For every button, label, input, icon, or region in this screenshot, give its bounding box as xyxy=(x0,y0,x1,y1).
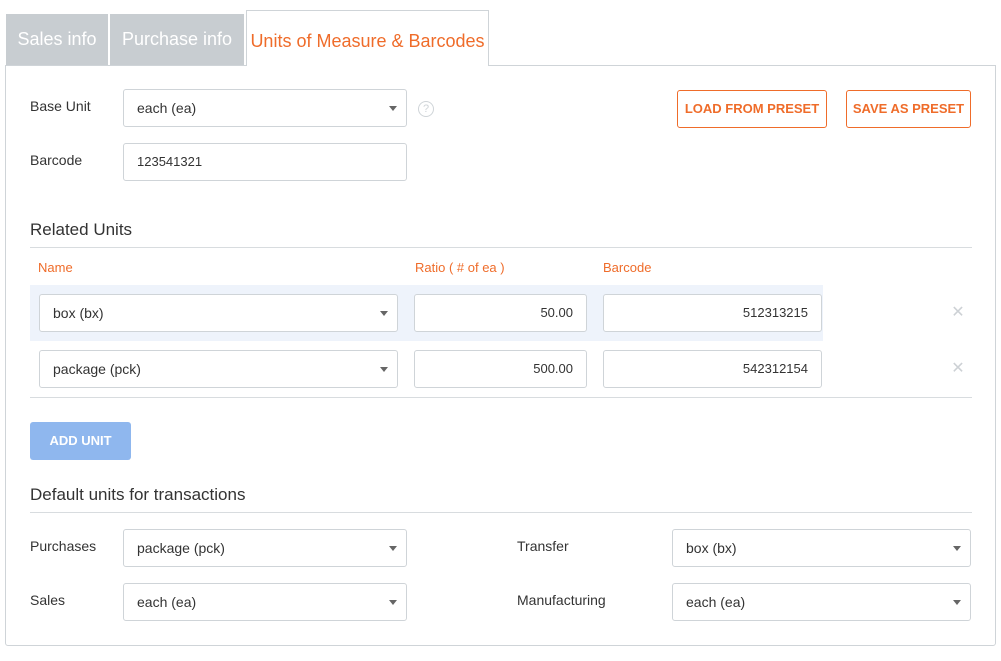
tab-sales-info[interactable]: Sales info xyxy=(6,14,108,65)
chevron-down-icon xyxy=(953,600,961,605)
related-unit-name: box (bx) xyxy=(53,305,104,321)
load-from-preset-button[interactable]: LOAD FROM PRESET xyxy=(677,90,827,128)
ratio-input[interactable]: 50.00 xyxy=(414,294,587,332)
transfer-unit-select[interactable]: box (bx) xyxy=(672,529,971,567)
barcode-label: Barcode xyxy=(30,152,83,168)
transfer-label: Transfer xyxy=(517,538,569,554)
related-unit-name: package (pck) xyxy=(53,361,141,377)
divider xyxy=(30,247,972,248)
related-barcode-input[interactable]: 512313215 xyxy=(603,294,822,332)
chevron-down-icon xyxy=(380,367,388,372)
base-unit-value: each (ea) xyxy=(137,100,197,116)
divider xyxy=(30,512,972,513)
close-icon[interactable]: ✕ xyxy=(951,305,965,321)
chevron-down-icon xyxy=(389,106,397,111)
manufacturing-unit-select[interactable]: each (ea) xyxy=(672,583,971,621)
help-icon[interactable]: ? xyxy=(418,101,434,117)
save-as-preset-button[interactable]: SAVE AS PRESET xyxy=(846,90,971,128)
barcode-input[interactable]: 123541321 xyxy=(123,143,407,181)
related-units-title: Related Units xyxy=(30,220,133,239)
transfer-unit-value: box (bx) xyxy=(686,540,737,556)
related-barcode-input[interactable]: 542312154 xyxy=(603,350,822,388)
column-header-ratio: Ratio ( # of ea ) xyxy=(415,260,505,275)
base-unit-label: Base Unit xyxy=(30,98,91,114)
base-unit-select[interactable]: each (ea) xyxy=(123,89,407,127)
sales-unit-select[interactable]: each (ea) xyxy=(123,583,407,621)
manufacturing-label: Manufacturing xyxy=(517,592,606,608)
related-unit-name-select[interactable]: package (pck) xyxy=(39,350,398,388)
chevron-down-icon xyxy=(389,546,397,551)
purchases-label: Purchases xyxy=(30,538,97,554)
purchases-unit-select[interactable]: package (pck) xyxy=(123,529,407,567)
sales-unit-value: each (ea) xyxy=(137,594,197,610)
add-unit-button[interactable]: ADD UNIT xyxy=(30,422,131,460)
column-header-barcode: Barcode xyxy=(603,260,652,275)
tab-bar: Sales info Purchase info Units of Measur… xyxy=(6,10,996,66)
sales-label: Sales xyxy=(30,592,66,608)
chevron-down-icon xyxy=(380,311,388,316)
close-icon[interactable]: ✕ xyxy=(951,361,965,377)
column-header-name: Name xyxy=(38,260,73,275)
divider xyxy=(30,397,972,398)
chevron-down-icon xyxy=(953,546,961,551)
default-units-title: Default units for transactions xyxy=(30,485,246,504)
ratio-input[interactable]: 500.00 xyxy=(414,350,587,388)
manufacturing-unit-value: each (ea) xyxy=(686,594,746,610)
tab-purchase-info[interactable]: Purchase info xyxy=(110,14,244,65)
chevron-down-icon xyxy=(389,600,397,605)
tab-units-of-measure[interactable]: Units of Measure & Barcodes xyxy=(246,10,489,66)
purchases-unit-value: package (pck) xyxy=(137,540,225,556)
related-unit-name-select[interactable]: box (bx) xyxy=(39,294,398,332)
units-panel: Base Unit each (ea) ? LOAD FROM PRESET S… xyxy=(5,65,996,646)
